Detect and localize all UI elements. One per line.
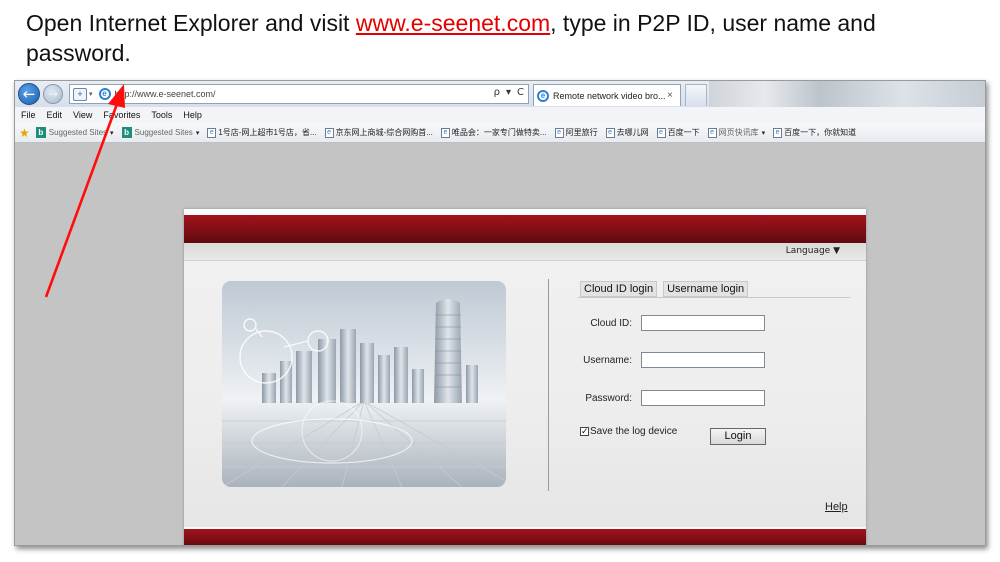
help-link[interactable]: Help (825, 501, 848, 513)
chevron-down-icon: ▾ (761, 129, 766, 137)
browser-top-bar: ← → + ▾ e http://www.e-seenet.com/ ρ ▾ C… (15, 81, 985, 107)
favorites-star-icon[interactable]: ★ (19, 126, 30, 140)
chevron-down-icon[interactable]: ▾ (89, 90, 93, 98)
favorite-item[interactable]: e 阿里旅行 (554, 127, 598, 138)
login-tabs: Cloud ID login Username login (580, 281, 749, 297)
browser-tab[interactable]: e Remote network video bro... × (533, 84, 681, 106)
favorite-item[interactable]: e 去哪儿网 (605, 127, 649, 138)
login-button[interactable]: Login (710, 428, 766, 445)
favorite-label: 去哪儿网 (616, 128, 649, 137)
address-tools: ρ ▾ C (494, 87, 524, 98)
menu-bar: File Edit View Favorites Tools Help (15, 107, 985, 123)
back-arrow-icon: ← (22, 85, 36, 103)
favorite-item[interactable]: e 网页快讯库 ▾ (707, 127, 766, 138)
tab-cloud-id-login[interactable]: Cloud ID login (580, 281, 658, 297)
bing-icon: b (121, 127, 132, 138)
favorite-label: 1号店-网上超市1号店，省... (218, 128, 317, 137)
page-icon: e (656, 127, 666, 138)
city-illustration (222, 281, 506, 487)
page-icon: e (324, 127, 334, 138)
address-url[interactable]: http://www.e-seenet.com/ (115, 89, 216, 99)
forward-button[interactable]: → (43, 84, 63, 104)
menu-help[interactable]: Help (183, 110, 202, 120)
forward-arrow-icon: → (47, 87, 59, 101)
password-input[interactable] (641, 390, 765, 406)
search-icon[interactable]: ρ (494, 87, 500, 98)
page-icon: e (707, 127, 717, 138)
password-label: Password: (585, 393, 632, 404)
caption-text-start: Open Internet Explorer and visit (26, 10, 356, 36)
dropdown-icon[interactable]: ▾ (506, 87, 511, 98)
panel-divider (548, 279, 549, 491)
back-button[interactable]: ← (18, 83, 40, 105)
menu-edit[interactable]: Edit (47, 110, 63, 120)
page-icon: e (207, 127, 217, 138)
menu-file[interactable]: File (21, 110, 36, 120)
tabs-divider (578, 297, 850, 298)
caption-url-link[interactable]: www.e-seenet.com (356, 10, 550, 36)
favorite-item[interactable]: e 唯品会：一家专门做特卖... (440, 127, 547, 138)
favorite-label: Suggested Sites (134, 128, 193, 137)
cloud-id-label: Cloud ID: (590, 318, 632, 329)
page-icon: e (773, 127, 783, 138)
menu-view[interactable]: View (73, 110, 92, 120)
save-device-checkbox[interactable]: ✓ (580, 427, 589, 436)
language-bar: Language ▼ (184, 243, 866, 261)
close-icon[interactable]: × (667, 90, 673, 101)
save-device-label: Save the log device (590, 426, 678, 437)
favorite-label: 唯品会：一家专门做特卖... (451, 128, 547, 137)
favorite-item[interactable]: e 京东网上商城-综合网购首... (324, 127, 433, 138)
bing-icon: b (35, 127, 46, 138)
favorites-bar: ★ b Suggested Sites ▾ b Suggested Sites ▾ e1… (15, 123, 985, 143)
tab-title[interactable]: Remote network video bro... (553, 91, 665, 101)
city-skyline-image (222, 299, 506, 487)
chevron-down-icon: ▾ (195, 129, 200, 137)
page-icon: e (554, 127, 564, 138)
compat-view-icon[interactable]: + (73, 87, 87, 101)
page-icon: e (440, 127, 450, 138)
favorite-label: 百度一下，你就知道 (784, 128, 857, 137)
browser-window: ← → + ▾ e http://www.e-seenet.com/ ρ ▾ C… (14, 80, 986, 546)
favorite-item[interactable]: e 百度一下 (656, 127, 700, 138)
language-selector[interactable]: Language ▼ (786, 246, 840, 256)
ie-icon: e (537, 89, 549, 102)
favorite-item[interactable]: e 百度一下，你就知道 (773, 127, 856, 138)
new-tab-button[interactable] (685, 84, 707, 106)
page-icon: e (605, 127, 615, 138)
save-device-row: ✓ Save the log device (580, 426, 677, 437)
panel-footer-band (184, 527, 866, 545)
cloud-id-input[interactable] (641, 315, 765, 331)
favorite-label: 网页快讯库 (718, 128, 759, 137)
ie-icon: e (98, 88, 111, 100)
instruction-caption: Open Internet Explorer and visit www.e-s… (26, 8, 986, 68)
background-decoration (709, 81, 985, 107)
menu-tools[interactable]: Tools (151, 110, 172, 120)
favorite-label: 阿里旅行 (565, 128, 598, 137)
username-label: Username: (583, 355, 632, 366)
address-bar[interactable]: + ▾ e http://www.e-seenet.com/ ρ ▾ C (69, 84, 529, 104)
chevron-down-icon: ▾ (110, 129, 114, 137)
favorite-label: 京东网上商城-综合网购首... (335, 128, 433, 137)
panel-header-band (184, 215, 866, 243)
tab-username-login[interactable]: Username login (663, 281, 749, 297)
login-panel: Language ▼ Cloud ID login Username login… (184, 209, 866, 545)
menu-favorites[interactable]: Favorites (103, 110, 140, 120)
refresh-icon[interactable]: C (517, 87, 524, 98)
favorite-item[interactable]: b Suggested Sites ▾ (121, 127, 200, 138)
favorite-label: 百度一下 (667, 128, 700, 137)
username-input[interactable] (641, 352, 765, 368)
favorite-item[interactable]: b Suggested Sites ▾ (35, 127, 114, 138)
favorite-label: Suggested Sites (48, 128, 108, 137)
favorite-item[interactable]: e 1号店-网上超市1号店，省... (207, 127, 317, 138)
